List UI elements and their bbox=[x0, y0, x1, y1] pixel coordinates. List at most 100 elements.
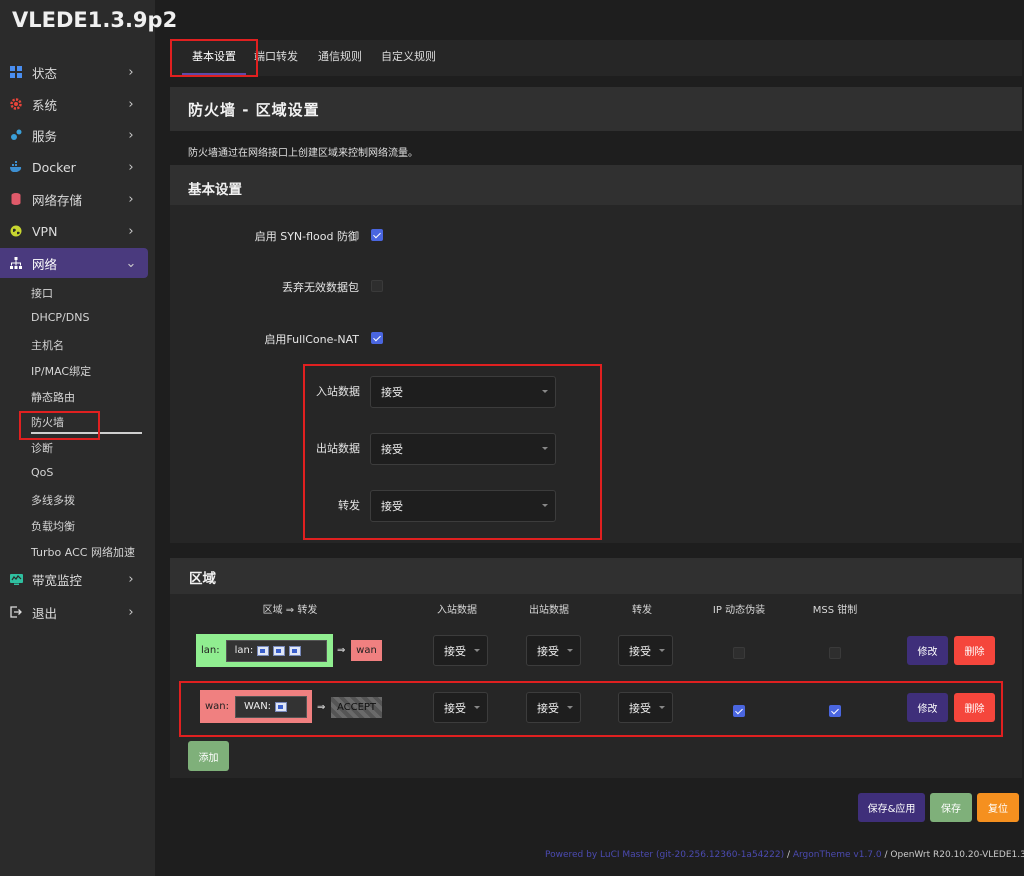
zone-forward-select[interactable]: 接受 bbox=[618, 692, 673, 723]
active-subitem-indicator bbox=[31, 432, 142, 434]
footer-luci-link[interactable]: Powered by LuCI Master (git-20.256.12360… bbox=[545, 850, 784, 860]
sidebar-item-label: 退出 bbox=[32, 605, 58, 621]
caret-down-icon bbox=[659, 705, 665, 709]
sidebar-subitem-ip-mac-binding[interactable]: IP/MAC绑定 bbox=[31, 363, 91, 379]
sidebar-item-bandwidth[interactable]: 带宽监控 › bbox=[0, 564, 148, 594]
chevron-right-icon: › bbox=[128, 571, 134, 587]
sidebar-item-label: 状态 bbox=[32, 65, 58, 81]
tab-port-forwards[interactable]: 端口转发 bbox=[254, 40, 298, 76]
dashboard-icon bbox=[9, 65, 23, 79]
sidebar-item-network[interactable]: 网络 ⌄ bbox=[0, 248, 148, 278]
services-icon bbox=[9, 128, 23, 142]
masquerading-checkbox[interactable] bbox=[733, 705, 745, 717]
mss-clamping-checkbox[interactable] bbox=[829, 647, 841, 659]
drop-invalid-label: 丢弃无效数据包 bbox=[282, 281, 359, 294]
sidebar-subitem-interfaces[interactable]: 接口 bbox=[31, 285, 53, 301]
gear-icon bbox=[9, 97, 23, 111]
edit-zone-button[interactable]: 修改 bbox=[907, 693, 948, 722]
caret-down-icon bbox=[567, 705, 573, 709]
network-interface-icon bbox=[275, 701, 288, 712]
select-value: 接受 bbox=[381, 443, 403, 456]
save-button[interactable]: 保存 bbox=[930, 793, 972, 822]
caret-down-icon bbox=[474, 648, 480, 652]
sidebar-subitem-diagnostics[interactable]: 诊断 bbox=[31, 440, 53, 456]
page-description: 防火墙通过在网络接口上创建区域来控制网络流量。 bbox=[188, 148, 418, 159]
zone-wan-badge: wan: WAN: bbox=[200, 690, 312, 723]
edit-zone-button[interactable]: 修改 bbox=[907, 636, 948, 665]
input-policy-select[interactable]: 接受 bbox=[370, 376, 556, 408]
sidebar-subitem-turbo-acc[interactable]: Turbo ACC 网络加速 bbox=[31, 544, 135, 560]
column-header-masquerading: IP 动态伪装 bbox=[712, 605, 766, 616]
sidebar-subitem-static-routes[interactable]: 静态路由 bbox=[31, 389, 75, 405]
sidebar-item-vpn[interactable]: VPN › bbox=[0, 216, 148, 246]
caret-down-icon bbox=[542, 504, 548, 507]
tab-traffic-rules[interactable]: 通信规则 bbox=[318, 40, 362, 76]
zone-forward-select[interactable]: 接受 bbox=[618, 635, 673, 666]
save-apply-button[interactable]: 保存&应用 bbox=[858, 793, 925, 822]
select-value: 接受 bbox=[381, 500, 403, 513]
zone-networks: lan: bbox=[225, 639, 327, 662]
network-interface-icon bbox=[273, 645, 286, 656]
masquerading-checkbox[interactable] bbox=[733, 647, 745, 659]
forward-policy-select[interactable]: 接受 bbox=[370, 490, 556, 522]
caret-down-icon bbox=[542, 447, 548, 450]
sidebar-subitem-load-balance[interactable]: 负载均衡 bbox=[31, 518, 75, 534]
add-zone-button[interactable]: 添加 bbox=[188, 741, 229, 771]
network-interface-icon bbox=[257, 645, 270, 656]
syn-flood-label: 启用 SYN-flood 防御 bbox=[254, 230, 359, 243]
forward-arrow: ⇒ bbox=[317, 702, 326, 713]
sidebar-item-services[interactable]: 服务 › bbox=[0, 120, 148, 150]
sidebar-subitem-dhcp-dns[interactable]: DHCP/DNS bbox=[31, 311, 89, 324]
zone-output-select[interactable]: 接受 bbox=[526, 692, 581, 723]
fullcone-nat-label: 启用FullCone-NAT bbox=[264, 333, 359, 346]
chevron-right-icon: › bbox=[128, 159, 134, 175]
footer-openwrt-version: OpenWrt R20.10.20-VLEDE1.3.9p2 bbox=[890, 850, 1024, 860]
forward-dest-wan: wan bbox=[351, 640, 382, 661]
column-header-input: 入站数据 bbox=[437, 605, 477, 616]
mss-clamping-checkbox[interactable] bbox=[829, 705, 841, 717]
page-title: 防火墙 - 区域设置 bbox=[188, 101, 320, 119]
fullcone-nat-checkbox[interactable] bbox=[371, 332, 383, 344]
sidebar-item-system[interactable]: 系统 › bbox=[0, 89, 148, 119]
brand-logo[interactable]: VLEDE1.3.9p2 bbox=[12, 8, 177, 32]
sidebar-subitem-firewall[interactable]: 防火墙 bbox=[31, 414, 64, 430]
sidebar-subitem-qos[interactable]: QoS bbox=[31, 466, 53, 479]
delete-zone-button[interactable]: 删除 bbox=[954, 693, 995, 722]
chevron-right-icon: › bbox=[128, 64, 134, 80]
forward-arrow: ⇒ bbox=[337, 645, 346, 656]
sidebar-item-label: Docker bbox=[32, 159, 76, 175]
syn-flood-checkbox[interactable] bbox=[371, 229, 383, 241]
active-tab-indicator bbox=[182, 73, 246, 75]
reset-button[interactable]: 复位 bbox=[977, 793, 1019, 822]
select-value: 接受 bbox=[537, 644, 559, 658]
zone-input-select[interactable]: 接受 bbox=[433, 635, 488, 666]
sidebar-subitem-multi-dial[interactable]: 多线多拨 bbox=[31, 492, 75, 508]
network-icon bbox=[9, 256, 23, 270]
drop-invalid-checkbox[interactable] bbox=[371, 280, 383, 292]
sidebar-item-docker[interactable]: Docker › bbox=[0, 152, 148, 182]
caret-down-icon bbox=[542, 390, 548, 393]
sidebar: VLEDE1.3.9p2 状态 › 系统 › 服务 › Docker › 网络存… bbox=[0, 0, 177, 876]
footer-argon-link[interactable]: ArgonTheme v1.7.0 bbox=[793, 850, 882, 860]
zone-output-select[interactable]: 接受 bbox=[526, 635, 581, 666]
tab-custom-rules[interactable]: 自定义规则 bbox=[381, 40, 436, 76]
logout-icon bbox=[9, 605, 23, 619]
zones-title: 区域 bbox=[189, 571, 216, 587]
zone-name: wan: bbox=[205, 701, 230, 712]
delete-zone-button[interactable]: 删除 bbox=[954, 636, 995, 665]
chevron-right-icon: › bbox=[128, 96, 134, 112]
sidebar-item-logout[interactable]: 退出 › bbox=[0, 597, 148, 627]
tab-general-settings[interactable]: 基本设置 bbox=[192, 40, 236, 76]
sidebar-item-label: 系统 bbox=[32, 97, 58, 113]
select-value: 接受 bbox=[444, 701, 466, 715]
output-policy-select[interactable]: 接受 bbox=[370, 433, 556, 465]
sidebar-item-status[interactable]: 状态 › bbox=[0, 57, 148, 87]
caret-down-icon bbox=[474, 705, 480, 709]
sidebar-subitem-hostnames[interactable]: 主机名 bbox=[31, 337, 64, 353]
sidebar-item-nas[interactable]: 网络存储 › bbox=[0, 184, 148, 214]
zone-input-select[interactable]: 接受 bbox=[433, 692, 488, 723]
column-header-zone-forward: 区域 ⇒ 转发 bbox=[262, 605, 318, 616]
chevron-right-icon: › bbox=[128, 223, 134, 239]
basic-settings-panel bbox=[170, 165, 1022, 543]
select-value: 接受 bbox=[537, 701, 559, 715]
